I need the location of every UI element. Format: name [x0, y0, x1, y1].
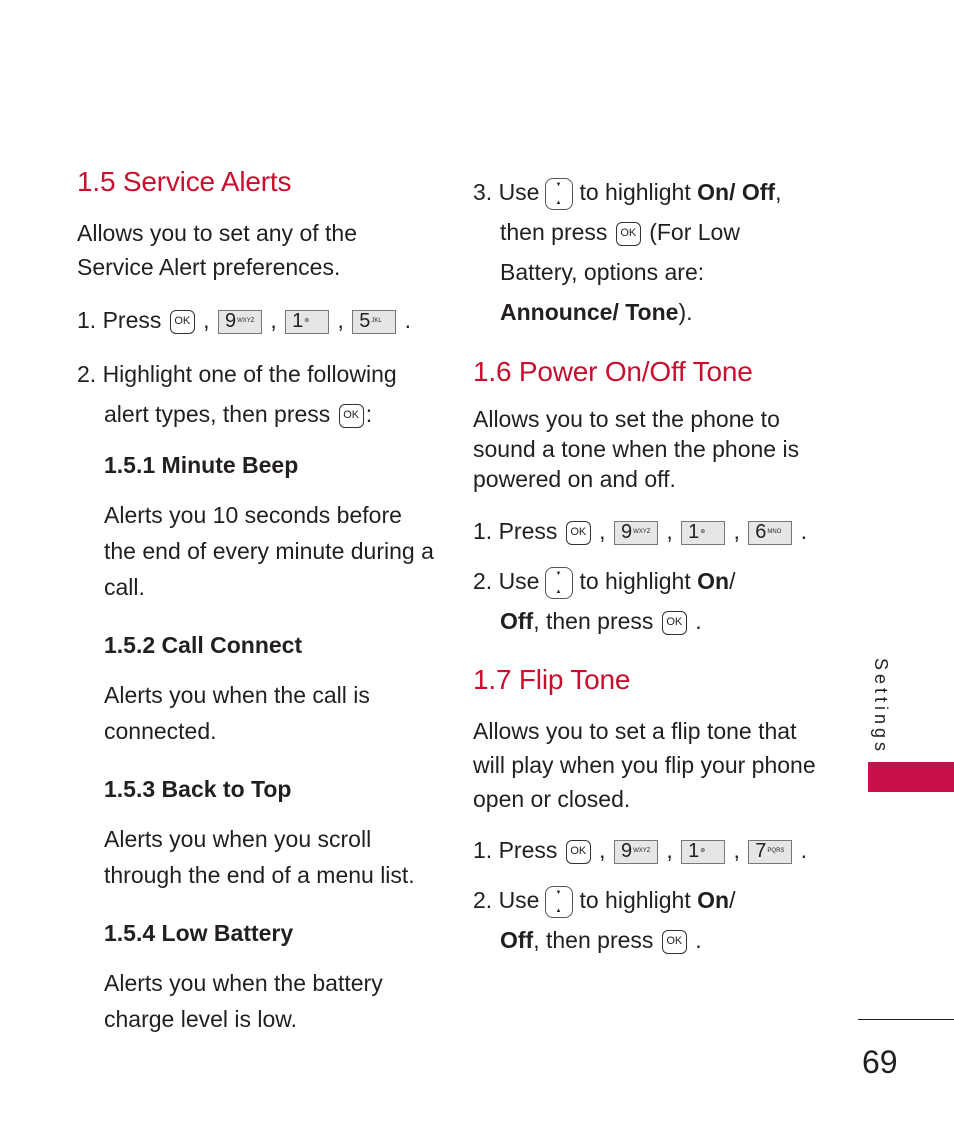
ok-key-icon: OK [661, 929, 687, 954]
nav-key-icon [545, 873, 574, 931]
flip-tone-step-2: 2. Useto highlight On/ Off, then press O… [473, 873, 735, 960]
subsection-minute-beep: 1.5.1 Minute Beep Alerts you 10 seconds … [104, 452, 434, 600]
footer-rule [858, 1019, 954, 1020]
service-alerts-step-1: 1. Press OK , 9WXYZ , 1⊚ , 5JKL . [77, 307, 412, 334]
service-alerts-intro: Allows you to set any of the Service Ale… [77, 220, 357, 280]
ok-key-icon: OK [615, 221, 641, 246]
subsection-low-battery: 1.5.4 Low Battery Alerts you when the ba… [104, 920, 383, 1032]
section-tab-marker [868, 762, 954, 792]
key-1-icon: 1⊚ [681, 520, 726, 545]
subsection-back-to-top: 1.5.3 Back to Top Alerts you when you sc… [104, 776, 415, 888]
subsection-call-connect: 1.5.2 Call Connect Alerts you when the c… [104, 632, 370, 744]
key-6-icon: 6MNO [748, 520, 793, 545]
section-title-service-alerts: 1.5 Service Alerts [77, 166, 292, 197]
left-column: 1.5 Service Alerts [77, 166, 437, 198]
flip-tone-intro: Allows you to set a flip tone that will … [473, 718, 816, 812]
power-tone-intro: Allows you to set the phone to sound a t… [473, 406, 800, 492]
ok-key-icon: OK [565, 839, 591, 864]
key-1-icon: 1⊚ [285, 309, 330, 334]
power-tone-step-1: 1. Press OK , 9WXYZ , 1⊚ , 6MNO . [473, 518, 808, 545]
section-title-power-tone: 1.6 Power On/Off Tone [473, 356, 753, 387]
page-number: 69 [862, 1044, 898, 1080]
key-7-icon: 7PQRS [748, 839, 793, 864]
nav-key-icon [545, 554, 574, 612]
service-alerts-step-2: 2. Highlight one of the following alert … [77, 361, 397, 428]
key-9-icon: 9WXYZ [613, 520, 658, 545]
ok-key-icon: OK [661, 610, 687, 635]
key-1-icon: 1⊚ [681, 839, 726, 864]
ok-key-icon: OK [565, 520, 591, 545]
ok-key-icon: OK [338, 403, 364, 428]
flip-tone-step-1: 1. Press OK , 9WXYZ , 1⊚ , 7PQRS . [473, 837, 808, 864]
nav-key-icon [545, 165, 574, 223]
key-5-icon: 5JKL [352, 309, 397, 334]
power-tone-step-2: 2. Useto highlight On/ Off, then press O… [473, 554, 735, 641]
service-alerts-step-3: 3. Useto highlight On/ Off, then press O… [473, 165, 781, 332]
ok-key-icon: OK [169, 309, 195, 334]
key-9-icon: 9WXYZ [217, 309, 262, 334]
key-9-icon: 9WXYZ [613, 839, 658, 864]
section-tab-label: Settings [871, 658, 891, 756]
section-title-flip-tone: 1.7 Flip Tone [473, 664, 631, 695]
